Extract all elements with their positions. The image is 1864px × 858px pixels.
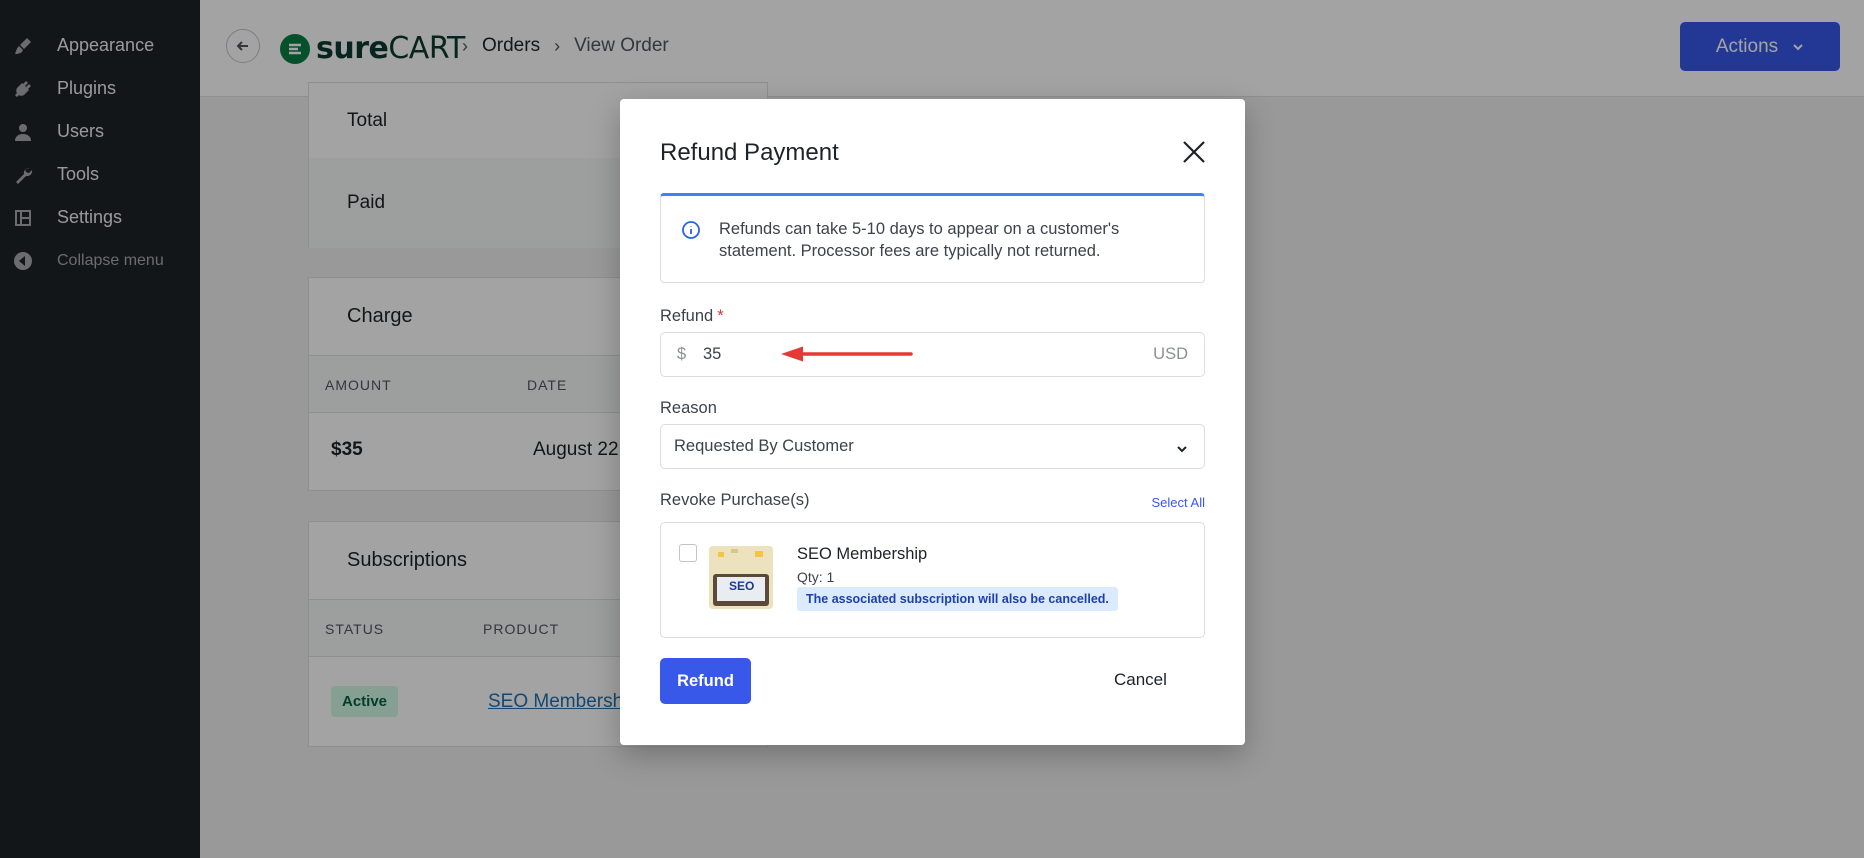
close-icon [1183,141,1205,163]
select-all-link[interactable]: Select All [1152,495,1205,510]
required-mark: * [717,307,724,325]
revoke-purchases-label: Revoke Purchase(s) [660,491,810,509]
refund-payment-dialog: Refund Payment Refunds can take 5-10 day… [620,99,1245,745]
info-notice: Refunds can take 5-10 days to appear on … [660,193,1205,283]
product-thumbnail: SEO [709,546,773,609]
currency-suffix: USD [1153,345,1188,363]
notice-text: Refunds can take 5-10 days to appear on … [719,220,1120,260]
reason-select[interactable]: Requested By Customer [660,424,1205,469]
cancel-button[interactable]: Cancel [1114,670,1167,690]
refund-label: Refund * [660,307,724,326]
reason-selected-value: Requested By Customer [674,437,854,455]
revoke-purchase-checkbox[interactable] [679,544,697,562]
refund-amount-value: 35 [703,345,722,363]
refund-amount-input[interactable]: $ 35 USD [660,332,1205,377]
close-button[interactable] [1181,139,1207,165]
subscription-cancel-note: The associated subscription will also be… [797,587,1118,611]
refund-button[interactable]: Refund [660,658,751,704]
dialog-title: Refund Payment [660,139,839,166]
chevron-down-icon [1176,441,1188,453]
annotation-arrow-icon [781,346,913,362]
purchase-qty: Qty: 1 [797,569,835,585]
reason-label: Reason [660,399,717,417]
currency-prefix: $ [677,345,687,363]
purchase-name: SEO Membership [797,545,928,563]
info-icon [681,220,701,240]
thumbnail-text: SEO [729,579,755,593]
refund-label-text: Refund [660,307,714,325]
purchase-item: SEO SEO Membership Qty: 1 The associated… [660,522,1205,638]
